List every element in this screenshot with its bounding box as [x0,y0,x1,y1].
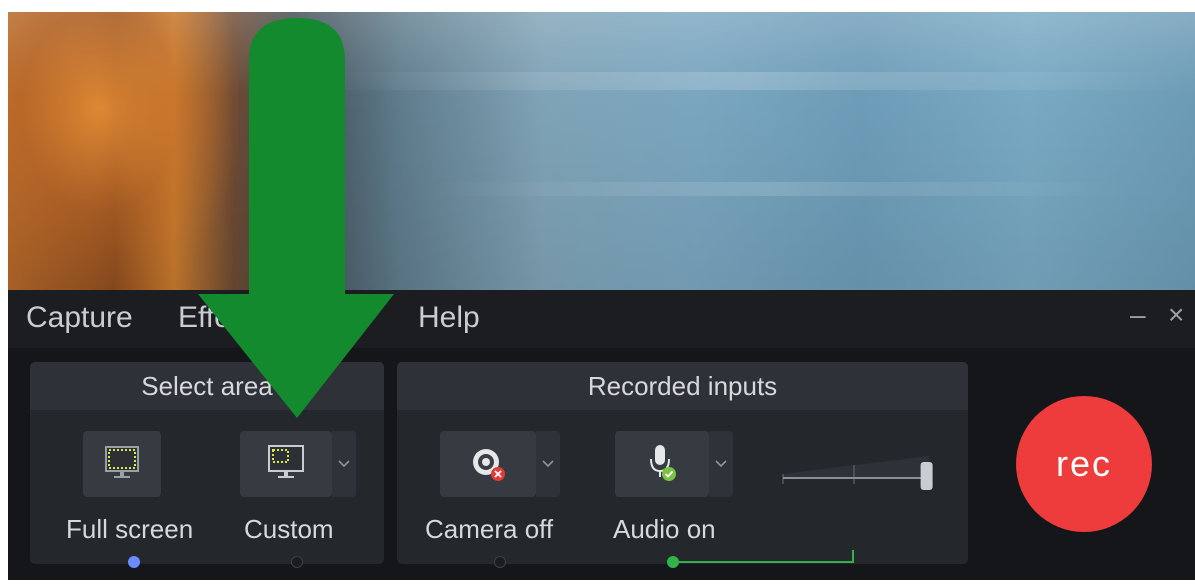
recorded-inputs-header: Recorded inputs [397,362,968,410]
camera-indicator [494,556,506,568]
select-area-header: Select area [30,362,384,410]
close-button[interactable]: × [1168,299,1184,331]
menu-help[interactable]: Help [418,301,480,335]
microphone-on-icon [650,445,676,481]
full-screen-label: Full screen [66,514,194,544]
webcam-off-icon [473,449,505,481]
audio-dropdown[interactable] [709,431,733,497]
wallpaper-streak [428,182,1128,196]
desktop-wallpaper [8,12,1195,290]
rec-button[interactable]: rec [1016,396,1152,532]
wallpaper-streak [308,72,1188,90]
camera-button[interactable] [440,431,536,497]
wallpaper-glow [8,12,238,290]
camera-dropdown[interactable] [536,431,560,497]
recorder-window: Capture Effects Tools Help – × Select ar… [8,290,1195,580]
camera-off-label: Camera off [425,514,554,544]
menu-capture[interactable]: Capture [26,301,133,335]
custom-label: Custom [244,514,334,544]
minimize-button[interactable]: – [1130,299,1146,331]
menu-effects[interactable]: Effects [178,301,269,335]
select-area-panel: Select area Full screen Custom [30,362,384,568]
menu-tools[interactable]: Tools [298,301,368,335]
full-screen-active-indicator [128,556,140,568]
audio-on-label: Audio on [613,514,716,544]
chevron-down-icon [338,460,350,468]
monitor-fullscreen-icon [105,446,139,478]
audio-volume-slider[interactable] [781,448,941,498]
custom-indicator [291,556,303,568]
menu-bar: Capture Effects Tools Help – × [8,290,1195,348]
chevron-down-icon [715,460,727,468]
custom-dropdown[interactable] [332,431,356,497]
audio-indicator-line-end [852,550,854,563]
volume-thumb[interactable] [920,462,933,490]
audio-button[interactable] [615,431,709,497]
full-screen-button[interactable] [83,431,161,497]
audio-indicator-line [677,561,853,563]
recorded-inputs-panel: Recorded inputs Camera off Audio on [397,362,968,568]
monitor-custom-icon [268,445,304,478]
chevron-down-icon [542,460,554,468]
custom-button[interactable] [240,431,332,497]
